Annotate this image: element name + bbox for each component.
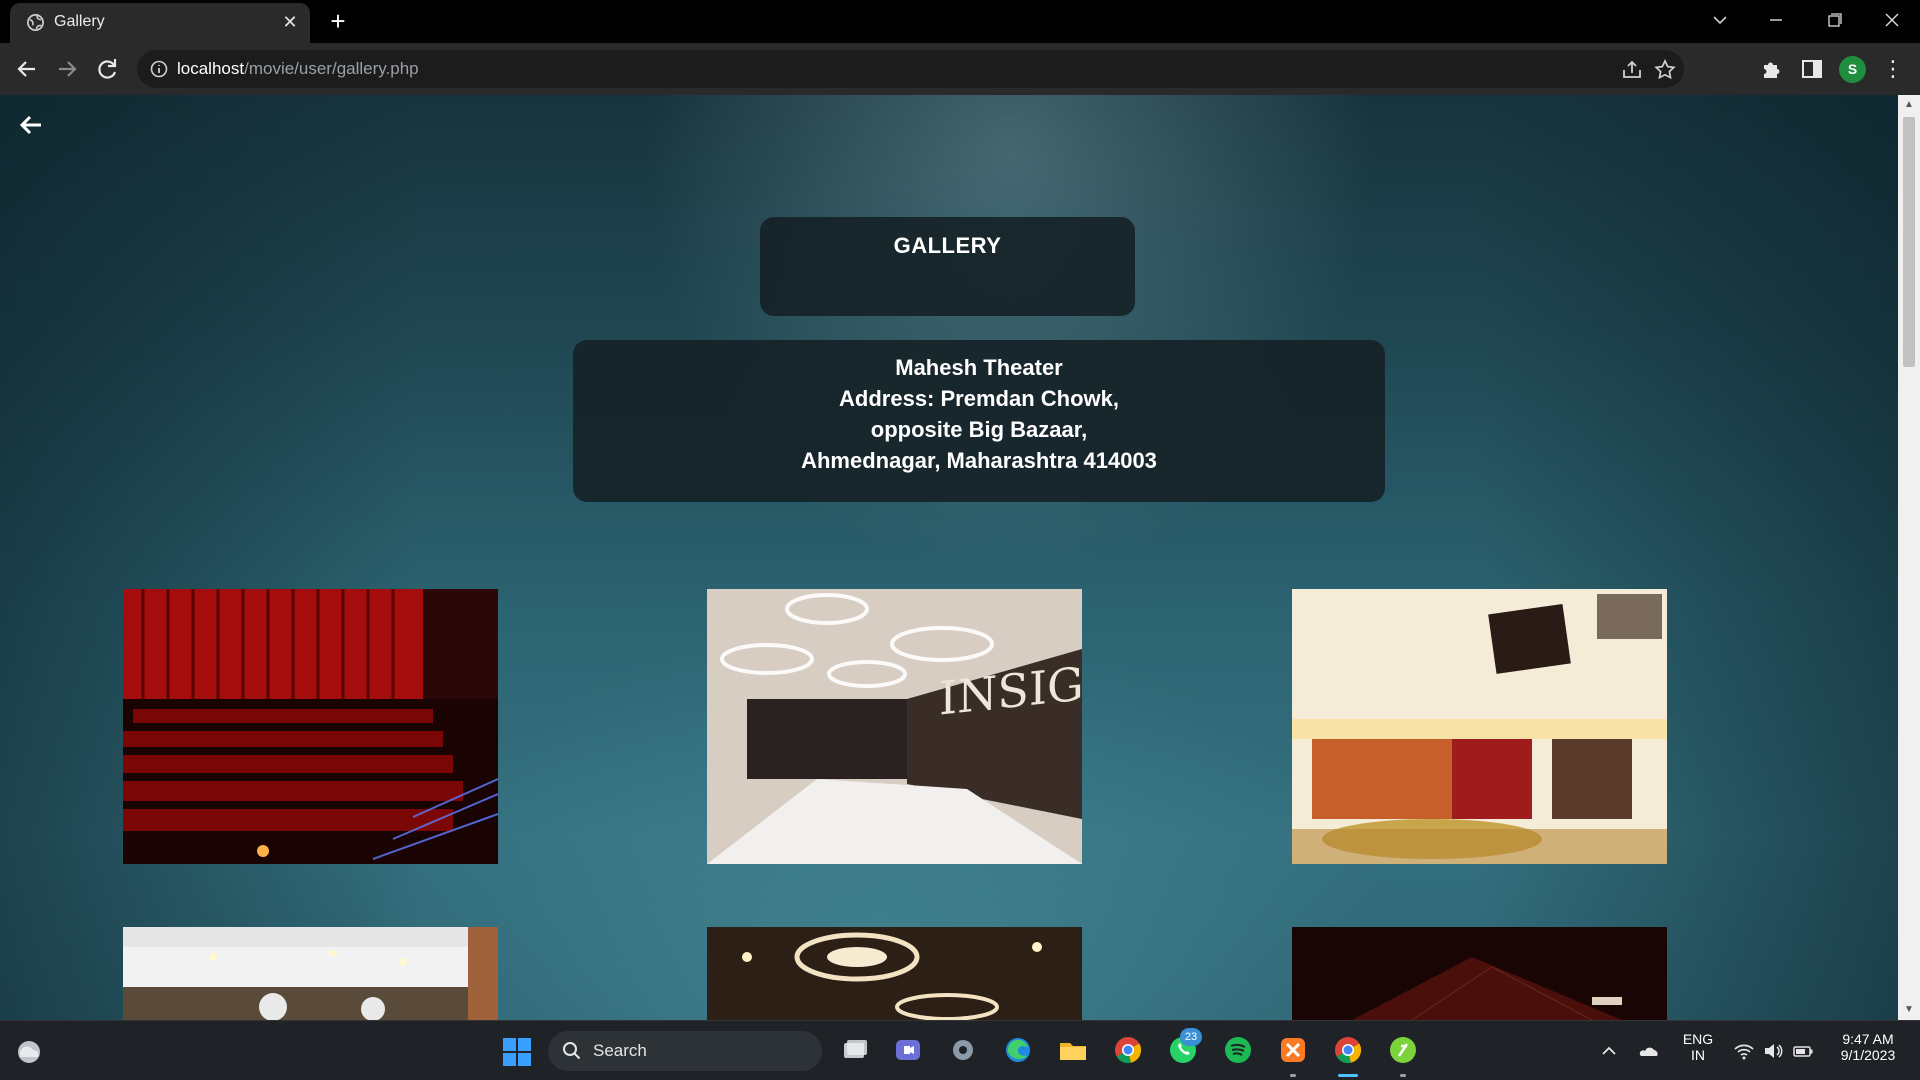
extensions-puzzle-icon[interactable] — [1759, 56, 1785, 82]
search-label: Search — [593, 1041, 647, 1060]
search-icon — [563, 1042, 581, 1060]
address-line-3: Ahmednagar, Maharashtra 414003 — [801, 448, 1157, 473]
teams-chat-icon[interactable] — [892, 1034, 924, 1066]
back-arrow-icon[interactable] — [18, 113, 44, 137]
gallery-photo-interior-lights[interactable] — [123, 927, 498, 1020]
settings-gear-icon[interactable] — [947, 1034, 979, 1066]
chrome-menu-icon[interactable]: ⋮ — [1882, 54, 1904, 84]
tab-gallery[interactable]: Gallery ✕ — [10, 3, 310, 43]
wifi-icon[interactable] — [1733, 1041, 1755, 1061]
onedrive-cloud-icon[interactable] — [1638, 1041, 1660, 1061]
profile-avatar[interactable]: S — [1839, 56, 1866, 83]
globe-icon — [27, 14, 44, 31]
volume-icon[interactable] — [1762, 1041, 1784, 1061]
restore-icon[interactable] — [1814, 6, 1854, 34]
windows-taskbar: Search 23 ENG IN 9:47 AM 9/1/2023 — [0, 1020, 1920, 1080]
spotify-icon[interactable] — [1222, 1034, 1254, 1066]
theater-name: Mahesh Theater — [895, 355, 1063, 380]
scrollbar-thumb[interactable] — [1903, 117, 1915, 367]
page-scrollbar[interactable]: ▲ ▼ — [1898, 95, 1920, 1020]
theater-info-card: Mahesh Theater Address: Premdan Chowk, o… — [573, 340, 1385, 502]
url-path: /movie/user/gallery.php — [244, 59, 419, 78]
windows-start-icon[interactable] — [502, 1037, 532, 1067]
back-icon[interactable] — [11, 53, 43, 85]
minimize-icon[interactable] — [1756, 6, 1796, 34]
close-tab-icon[interactable]: ✕ — [279, 11, 301, 33]
notepad-plus-icon[interactable] — [1387, 1034, 1419, 1066]
address-line-2: opposite Big Bazaar, — [870, 417, 1088, 442]
scroll-down-arrow-icon[interactable]: ▼ — [1903, 1004, 1915, 1016]
taskbar-search[interactable]: Search — [548, 1031, 822, 1071]
address-bar[interactable]: localhost/movie/user/gallery.php — [137, 50, 1684, 88]
file-explorer-icon[interactable] — [1057, 1034, 1089, 1066]
scroll-up-arrow-icon[interactable]: ▲ — [1903, 99, 1915, 111]
clock-date: 9/1/2023 — [1840, 1047, 1896, 1063]
gallery-photo-foyer-posters[interactable] — [1292, 589, 1667, 864]
whatsapp-unread-badge: 23 — [1180, 1028, 1202, 1046]
chrome-icon[interactable] — [1112, 1034, 1144, 1066]
address-line-1: Address: Premdan Chowk, — [839, 386, 1119, 411]
tab-strip: Gallery ✕ + — [0, 0, 1920, 43]
edge-browser-icon[interactable] — [1002, 1034, 1034, 1066]
side-panel-icon[interactable] — [1799, 56, 1825, 82]
bookmark-star-icon[interactable] — [1653, 58, 1677, 82]
language-indicator[interactable]: ENG IN — [1680, 1031, 1716, 1063]
notepad-running-indicator — [1400, 1074, 1406, 1077]
new-tab-button[interactable]: + — [324, 8, 352, 36]
clock-time: 9:47 AM — [1842, 1031, 1894, 1047]
xampp-icon[interactable] — [1277, 1034, 1309, 1066]
forward-icon[interactable] — [51, 53, 83, 85]
gallery-photo-ornate-ceiling[interactable] — [707, 927, 1082, 1020]
language-code: ENG — [1682, 1031, 1714, 1047]
page-title: GALLERY — [893, 233, 1002, 258]
gallery-photo-dark-red-hall[interactable] — [1292, 927, 1667, 1020]
close-window-icon[interactable] — [1872, 6, 1912, 34]
task-view-icon[interactable] — [838, 1034, 870, 1066]
tab-search-chevron-icon[interactable] — [1700, 6, 1740, 34]
weather-icon[interactable] — [14, 1037, 44, 1065]
clock[interactable]: 9:47 AM 9/1/2023 — [1828, 1031, 1908, 1063]
gallery-photo-insignia-lobby[interactable]: INSIGNIA — [707, 589, 1082, 864]
region-code: IN — [1691, 1047, 1705, 1063]
site-info-icon[interactable] — [149, 59, 169, 79]
tab-title: Gallery — [54, 13, 105, 30]
chrome-active-indicator — [1338, 1074, 1358, 1077]
gallery-photo-red-auditorium[interactable] — [123, 589, 498, 864]
url-host: localhost — [177, 59, 245, 78]
xampp-running-indicator — [1290, 1074, 1296, 1077]
url-text: localhost/movie/user/gallery.php — [177, 59, 419, 79]
chrome-active-icon[interactable] — [1332, 1034, 1364, 1066]
browser-toolbar: localhost/movie/user/gallery.php S ⋮ — [0, 43, 1920, 95]
gallery-title-card: GALLERY — [760, 217, 1135, 316]
battery-icon[interactable] — [1792, 1041, 1814, 1061]
reload-icon[interactable] — [91, 53, 123, 85]
show-hidden-icons-chevron[interactable] — [1598, 1041, 1620, 1061]
page-viewport: GALLERY Mahesh Theater Address: Premdan … — [0, 95, 1898, 1020]
share-icon[interactable] — [1620, 58, 1644, 82]
